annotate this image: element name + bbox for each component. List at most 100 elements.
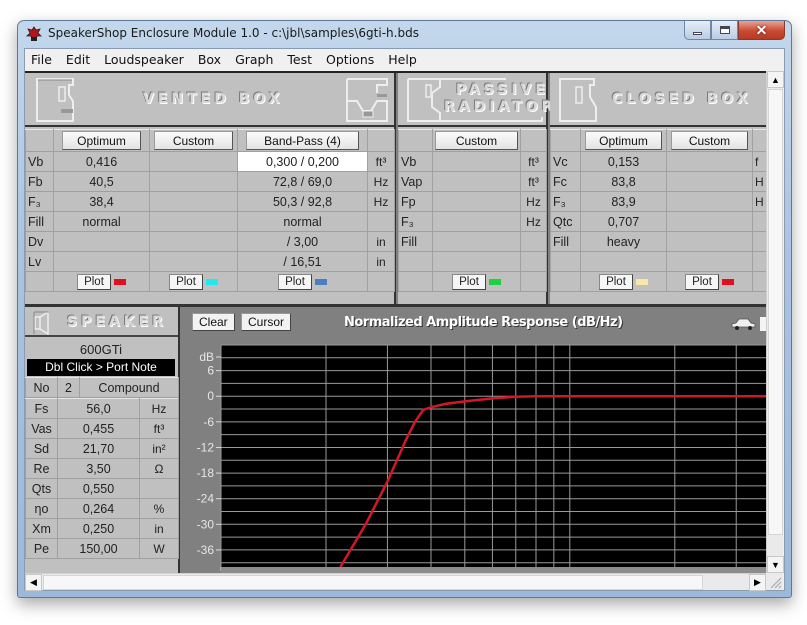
vented-bandpass-cell[interactable]: / 16,51 [238,252,368,272]
amplitude-response-chart[interactable]: dB60-6-12-18-24-30-36 [182,307,766,573]
plot-color-swatch [636,279,648,285]
vented-bandpass-button[interactable]: Band-Pass (4) [246,131,359,150]
closed-custom-cell[interactable] [667,152,753,172]
title-bar[interactable]: SpeakerShop Enclosure Module 1.0 - c:\jb… [18,21,791,47]
menu-box[interactable]: Box [191,52,228,67]
horizontal-scrollbar[interactable]: ◀ ▶ [25,573,766,590]
passive-value-cell[interactable] [433,232,521,252]
closed-custom-cell[interactable] [667,232,753,252]
vertical-scroll-thumb[interactable] [768,89,783,535]
vented-custom-cell[interactable] [150,232,238,252]
vented-bandpass-cell[interactable]: 0,300 / 0,200 [238,152,368,172]
minimize-button[interactable] [684,21,711,40]
vented-optimum-cell[interactable] [54,232,150,252]
vented-custom-cell[interactable] [150,212,238,232]
menu-help[interactable]: Help [381,52,424,67]
scroll-right-button[interactable]: ▶ [749,574,766,591]
vented-optimum-cell[interactable] [54,252,150,272]
table-row: F₃Hz [399,212,547,232]
menu-options[interactable]: Options [319,52,381,67]
closed-optimum-button[interactable]: Optimum [585,131,662,150]
row-label: Fill [399,232,433,252]
row-label: Qtc [551,212,581,232]
vented-optimum-cell[interactable]: 0,416 [54,152,150,172]
vented-bandpass-cell[interactable]: normal [238,212,368,232]
passive-custom-button[interactable]: Custom [435,131,518,150]
vented-custom-cell[interactable] [150,192,238,212]
unit-label [521,232,547,252]
closed-custom-cell[interactable] [667,172,753,192]
vented-bandpass-cell[interactable]: 50,3 / 92,8 [238,192,368,212]
scroll-down-button[interactable]: ▼ [767,556,784,573]
vented-optimum-cell[interactable]: normal [54,212,150,232]
passive-value-cell[interactable] [433,152,521,172]
passive-value-cell[interactable] [433,192,521,212]
vented-custom-button[interactable]: Custom [154,131,233,150]
closed-optimum-cell[interactable] [581,252,667,272]
menu-graph[interactable]: Graph [228,52,280,67]
closed-custom-cell[interactable] [667,252,753,272]
speaker-count-field[interactable]: 2 [58,378,80,398]
vented-custom-cell[interactable] [150,252,238,272]
closed-optimum-cell[interactable]: 0,153 [581,152,667,172]
param-value[interactable]: 3,50 [58,459,140,479]
param-value[interactable]: 21,70 [58,439,140,459]
row-label: Fill [26,212,54,232]
menu-edit[interactable]: Edit [59,52,97,67]
param-value[interactable]: 0,550 [58,479,140,499]
resize-grip[interactable] [766,573,783,590]
closed-custom-cell[interactable] [667,192,753,212]
param-value[interactable]: 0,455 [58,419,140,439]
closed-optimum-cell[interactable]: 83,8 [581,172,667,192]
y-tick-label: -24 [197,492,215,506]
speaker-model[interactable]: 600GTi [27,341,175,359]
param-value[interactable]: 0,264 [58,499,140,519]
speaker-config-field[interactable]: Compound [80,378,179,398]
vented-bandpass-cell[interactable]: 72,8 / 69,0 [238,172,368,192]
vented-custom-cell[interactable] [150,172,238,192]
vented-optimum-plot-button[interactable]: Plot [77,274,111,290]
scroll-left-button[interactable]: ◀ [25,574,42,591]
passive-value-cell[interactable] [433,212,521,232]
vented-optimum-button[interactable]: Optimum [62,131,141,150]
passive-value-cell[interactable] [433,252,521,272]
maximize-button[interactable] [711,21,738,40]
param-value[interactable]: 150,00 [58,539,140,559]
vertical-scrollbar[interactable]: ▲ ▼ [766,71,783,573]
table-row: Re3,50Ω [26,459,179,479]
vented-bandpass-plot-button[interactable]: Plot [278,274,312,290]
closed-optimum-plot-button[interactable]: Plot [599,274,633,290]
vented-optimum-cell[interactable]: 38,4 [54,192,150,212]
vented-custom-cell[interactable] [150,152,238,172]
vented-optimum-cell[interactable]: 40,5 [54,172,150,192]
unit-label [753,252,767,272]
closed-optimum-cell[interactable]: 83,9 [581,192,667,212]
closed-custom-button[interactable]: Custom [671,131,748,150]
speaker-header: SPEAKER [25,307,178,337]
param-value[interactable]: 56,0 [58,399,140,419]
close-button[interactable]: ✕ [738,21,785,40]
resize-grip-icon [766,573,783,590]
unit-label: in [140,519,179,539]
table-row: Fillheavy [551,232,767,252]
table-row: Vb 0,416 0,300 / 0,200 ft³ [26,152,395,172]
unit-label: in [368,252,395,272]
unit-label: Hz [368,172,395,192]
horizontal-scroll-thumb[interactable] [43,575,703,590]
port-note-banner[interactable]: Dbl Click > Port Note [27,359,175,376]
closed-custom-plot-button[interactable]: Plot [685,274,719,290]
scroll-up-button[interactable]: ▲ [767,71,784,88]
passive-plot-button[interactable]: Plot [452,274,486,290]
row-label: Fill [551,232,581,252]
param-value[interactable]: 0,250 [58,519,140,539]
closed-optimum-cell[interactable]: heavy [581,232,667,252]
vented-bandpass-cell[interactable]: / 3,00 [238,232,368,252]
menu-test[interactable]: Test [280,52,319,67]
vented-custom-plot-button[interactable]: Plot [169,274,203,290]
closed-optimum-cell[interactable]: 0,707 [581,212,667,232]
unit-label: Hz [521,212,547,232]
menu-loudspeaker[interactable]: Loudspeaker [97,52,191,67]
closed-custom-cell[interactable] [667,212,753,232]
menu-file[interactable]: File [25,52,59,67]
passive-value-cell[interactable] [433,172,521,192]
